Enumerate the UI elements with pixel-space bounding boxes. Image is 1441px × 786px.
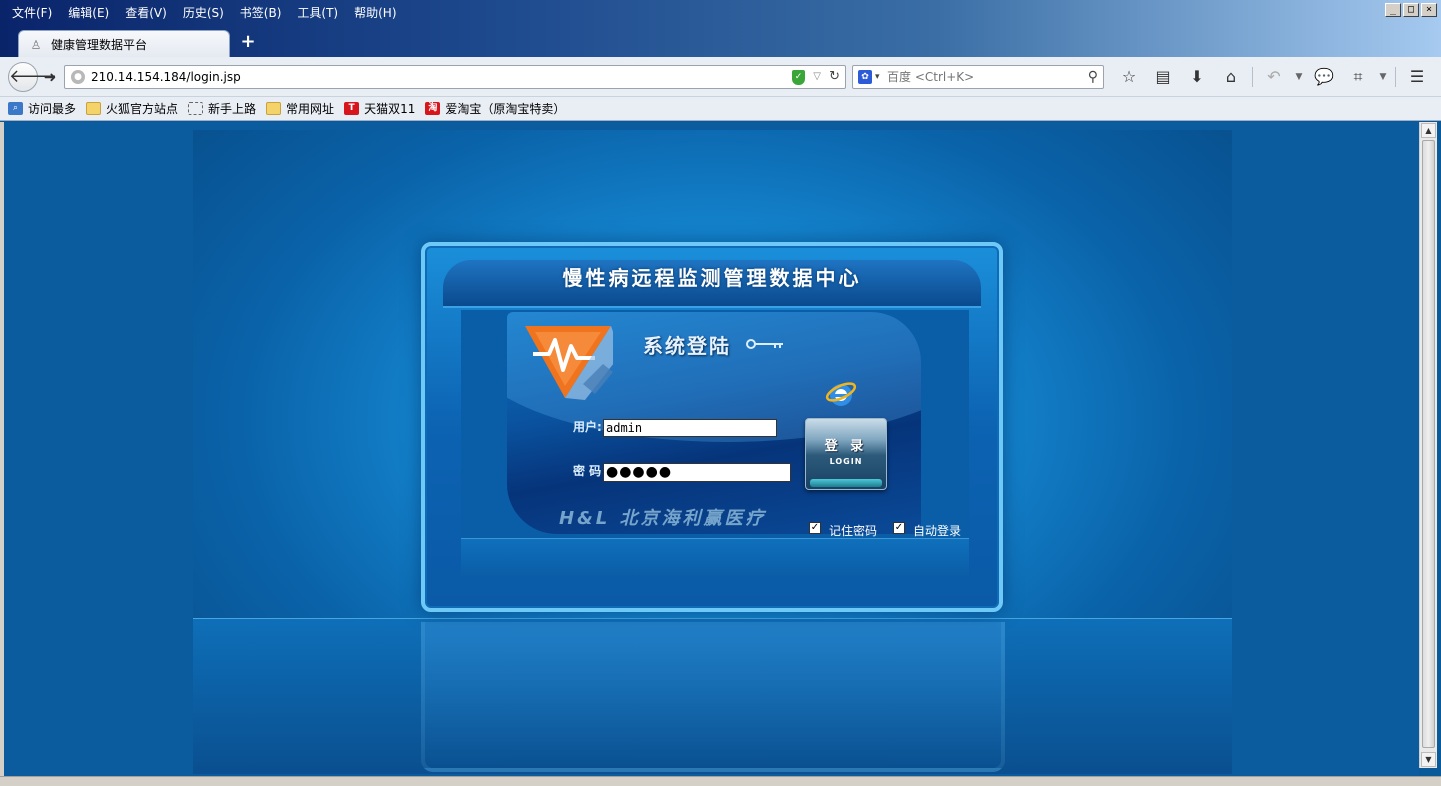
login-card: 系统登陆 用户: 密 码 ●●●●● 登 <box>507 312 921 534</box>
globe-icon: ● <box>71 70 85 84</box>
search-bar[interactable]: ✿ ▾ ⚲ <box>852 65 1104 89</box>
password-input[interactable]: ●●●●● <box>603 463 791 482</box>
key-icon <box>746 339 783 349</box>
page-viewport: 慢性病远程监测管理数据中心 系统登陆 用户: admin 密 码 ●●●●● 登… <box>4 122 1419 776</box>
bookmark-label: 常用网址 <box>286 102 335 116</box>
forward-button[interactable]: ➜ <box>40 68 60 88</box>
bookmark-label: 火狐官方站点 <box>106 102 179 116</box>
menu-history[interactable]: 历史(S) <box>175 3 232 23</box>
undo-icon[interactable]: ↶ <box>1257 67 1291 87</box>
baidu-paw-icon[interactable]: ✿ <box>858 70 872 84</box>
panel-header: 慢性病远程监测管理数据中心 <box>443 260 981 308</box>
chat-bubble-icon[interactable]: 💬 <box>1307 67 1341 87</box>
login-background: 慢性病远程监测管理数据中心 系统登陆 用户: admin 密 码 ●●●●● 登… <box>193 130 1232 774</box>
login-button[interactable]: 登 录 LOGIN <box>805 418 887 490</box>
back-button[interactable]: 🡐 <box>8 62 57 92</box>
login-button-sublabel: LOGIN <box>829 457 863 466</box>
close-button[interactable]: × <box>1421 3 1437 17</box>
address-bar[interactable]: ● 210.14.154.184/login.jsp ✓ ▽ ↻ <box>64 65 846 89</box>
user-icon: ♙ <box>30 37 42 52</box>
bookmarks-toolbar: ⌕ 访问最多 火狐官方站点 新手上路 常用网址 T 天猫双11 淘 爱淘宝（原淘… <box>0 97 1441 121</box>
chevron-down-icon[interactable]: ▼ <box>1375 67 1391 87</box>
scrollbar-thumb[interactable] <box>1422 140 1435 748</box>
folder-icon <box>266 102 282 115</box>
taobao-icon: 淘 <box>425 102 441 115</box>
company-brand: H&L 北京海利赢医疗 <box>559 508 767 529</box>
tab-active[interactable]: ♙ 健康管理数据平台 <box>18 30 230 58</box>
menu-file[interactable]: 文件(F) <box>4 3 60 23</box>
scroll-up-icon[interactable]: ▲ <box>1421 123 1436 138</box>
bookmark-label: 爱淘宝（原淘宝特卖） <box>445 102 566 116</box>
scroll-down-icon[interactable]: ▼ <box>1421 752 1436 767</box>
auto-login-label[interactable]: 自动登录 <box>913 522 961 539</box>
company-logo-icon <box>525 326 613 400</box>
toolbar-icons: ☆ ▤ ⬇ ⌂ ↶ ▼ 💬 ⌗ ▼ ☰ <box>1112 67 1434 87</box>
menu-edit[interactable]: 编辑(E) <box>60 3 117 23</box>
shield-check-icon[interactable]: ✓ <box>792 70 805 85</box>
login-button-label: 登 录 <box>824 439 868 454</box>
download-icon[interactable]: ⬇ <box>1180 67 1214 87</box>
tab-label: 健康管理数据平台 <box>51 38 148 52</box>
tmall-icon: T <box>344 102 360 115</box>
bookmark-getting-started[interactable]: 新手上路 <box>188 100 256 117</box>
bookmark-label: 访问最多 <box>28 102 77 116</box>
username-input[interactable] <box>603 419 777 437</box>
menu-view[interactable]: 查看(V) <box>117 3 175 23</box>
hamburger-menu-icon[interactable]: ☰ <box>1400 67 1434 87</box>
vertical-scrollbar[interactable]: ▲ ▼ <box>1419 122 1437 768</box>
bookmark-firefox-sites[interactable]: 火狐官方站点 <box>86 100 178 117</box>
bookmark-label: 新手上路 <box>208 102 257 116</box>
menu-bookmarks[interactable]: 书签(B) <box>232 3 290 23</box>
menu-tools[interactable]: 工具(T) <box>289 3 346 23</box>
dotted-page-icon <box>188 102 204 115</box>
panel-reflection <box>421 622 1005 772</box>
minimize-button[interactable]: _ <box>1385 3 1401 17</box>
remember-password-checkbox[interactable]: ✓ <box>809 522 821 534</box>
bookmark-common-sites[interactable]: 常用网址 <box>266 100 334 117</box>
arrow-right-icon: ➜ <box>43 68 57 86</box>
dropdown-arrow-icon[interactable]: ▽ <box>813 69 821 85</box>
remember-password-label[interactable]: 记住密码 <box>829 522 877 539</box>
search-engine-dropdown-icon[interactable]: ▾ <box>875 69 880 85</box>
page-title: 慢性病远程监测管理数据中心 <box>562 266 862 290</box>
navigation-toolbar: 🡐 ➜ ● 210.14.154.184/login.jsp ✓ ▽ ↻ ✿ ▾… <box>0 57 1441 97</box>
bookmark-star-icon[interactable]: ☆ <box>1112 67 1146 87</box>
panel-bottom-strip <box>461 538 969 576</box>
menu-help[interactable]: 帮助(H) <box>346 3 404 23</box>
login-button-glow <box>810 479 882 487</box>
folder-icon <box>86 102 102 115</box>
search-input[interactable] <box>887 68 1067 86</box>
most-visited-icon: ⌕ <box>8 102 23 115</box>
home-icon[interactable]: ⌂ <box>1214 67 1248 87</box>
new-tab-button[interactable]: + <box>238 32 258 52</box>
chevron-down-icon[interactable]: ▼ <box>1291 67 1307 87</box>
login-panel: 慢性病远程监测管理数据中心 系统登陆 用户: admin 密 码 ●●●●● 登… <box>421 242 1003 612</box>
menu-bar: 文件(F) 编辑(E) 查看(V) 历史(S) 书签(B) 工具(T) 帮助(H… <box>4 3 405 23</box>
bookmark-ai-taobao[interactable]: 淘 爱淘宝（原淘宝特卖） <box>425 100 565 117</box>
reading-list-icon[interactable]: ▤ <box>1146 67 1180 87</box>
search-icon[interactable]: ⚲ <box>1088 68 1098 86</box>
bookmark-label: 天猫双11 <box>364 102 416 116</box>
ie-browser-icon <box>825 382 857 406</box>
url-text[interactable]: 210.14.154.184/login.jsp <box>91 66 241 88</box>
auto-login-checkbox[interactable]: ✓ <box>893 522 905 534</box>
username-label: 用户: <box>573 420 602 434</box>
bookmark-most-visited[interactable]: ⌕ 访问最多 <box>8 100 76 117</box>
window-controls: _ □ × <box>1385 3 1437 17</box>
bookmark-tmall[interactable]: T 天猫双11 <box>344 100 415 117</box>
maximize-button[interactable]: □ <box>1403 3 1419 17</box>
toolbar-separator <box>1252 67 1253 87</box>
system-title: 系统登陆 <box>643 334 731 358</box>
reload-icon[interactable]: ↻ <box>829 68 840 86</box>
toolbar-separator <box>1395 67 1396 87</box>
status-bar <box>0 776 1441 786</box>
password-label: 密 码 <box>573 464 602 478</box>
crop-icon[interactable]: ⌗ <box>1341 67 1375 87</box>
